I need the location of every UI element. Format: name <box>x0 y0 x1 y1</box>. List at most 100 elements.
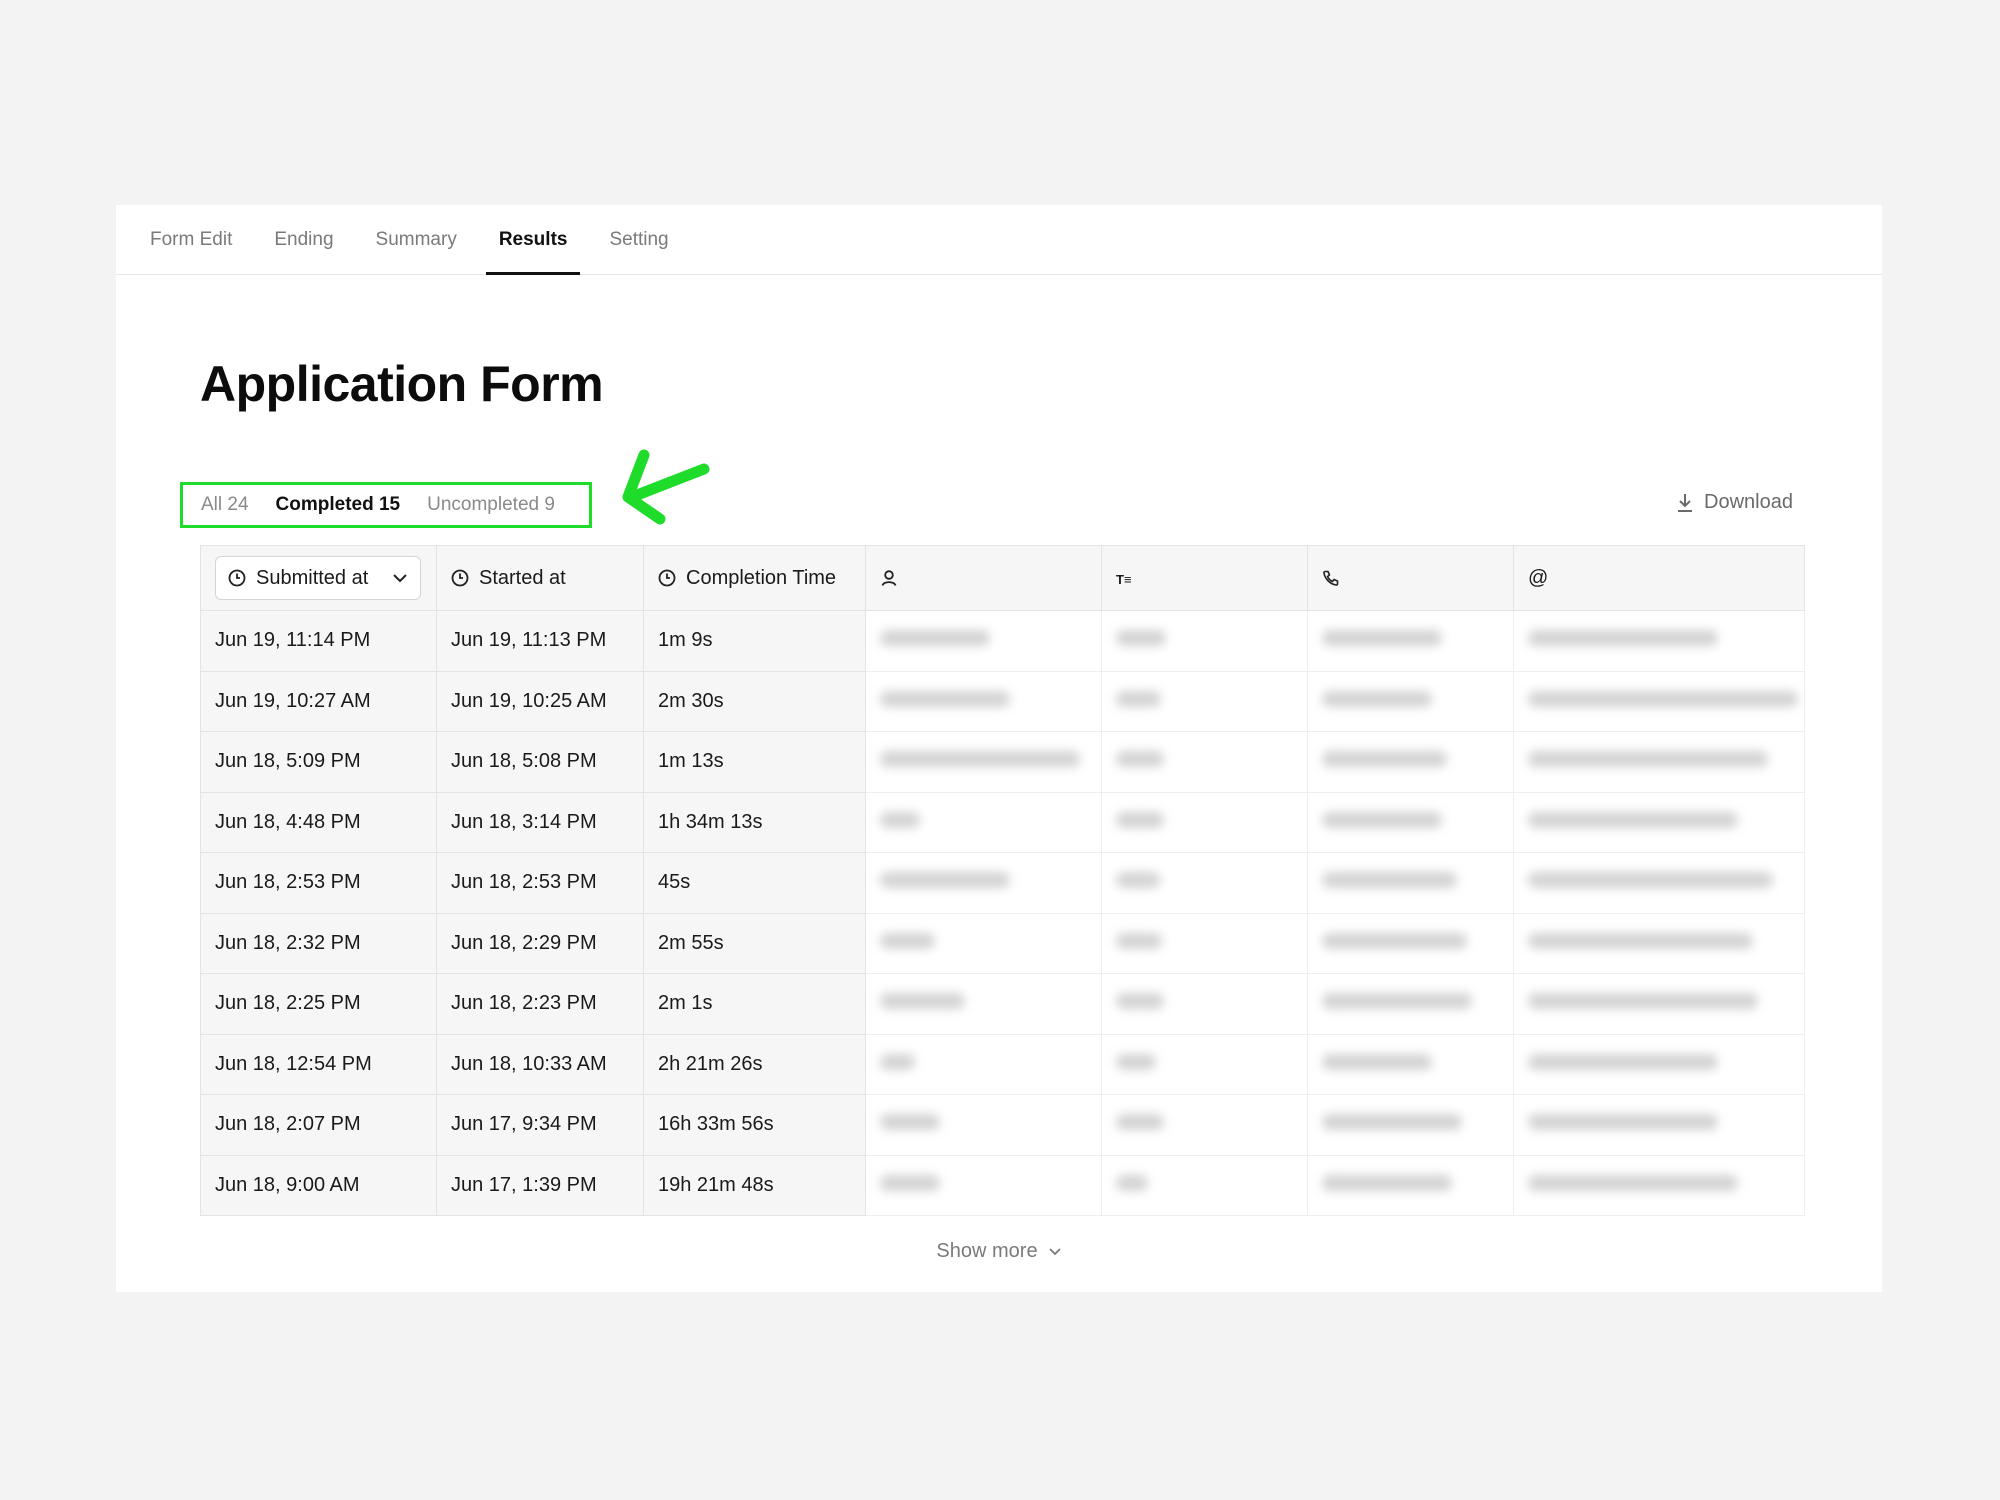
phone-cell-redacted <box>1307 912 1514 974</box>
redacted-value <box>1322 1114 1462 1131</box>
redacted-value <box>1322 690 1432 707</box>
completion-time-cell: 16h 33m 56s <box>643 1094 866 1156</box>
started-at-cell: Jun 17, 1:39 PM <box>436 1154 644 1216</box>
text-field-icon: T≡ <box>1116 571 1132 587</box>
redacted-value <box>1322 1174 1452 1191</box>
table-row[interactable]: Jun 18, 12:54 PM Jun 18, 10:33 AM 2h 21m 2… <box>200 1033 1805 1095</box>
phone-cell-redacted <box>1307 973 1514 1035</box>
phone-cell-redacted <box>1307 1094 1514 1156</box>
name-cell-redacted <box>865 1094 1102 1156</box>
name-cell-redacted <box>865 791 1102 853</box>
tab-form-edit[interactable]: Form Edit <box>150 205 232 274</box>
started-at-cell: Jun 18, 2:29 PM <box>436 912 644 974</box>
redacted-value <box>1528 1174 1738 1191</box>
show-more-button[interactable]: Show more <box>116 1240 1882 1263</box>
started-at-cell: Jun 18, 2:23 PM <box>436 973 644 1035</box>
redacted-value <box>1528 993 1758 1010</box>
text-cell-redacted <box>1101 610 1308 672</box>
redacted-value <box>1116 1114 1164 1131</box>
redacted-value <box>1322 872 1457 889</box>
results-panel: Form Edit Ending Summary Results Setting… <box>116 205 1882 1292</box>
column-submitted-at[interactable]: Submitted at <box>200 545 437 611</box>
table-row[interactable]: Jun 18, 2:53 PM Jun 18, 2:53 PM 45s <box>200 852 1805 914</box>
table-row[interactable]: Jun 18, 2:25 PM Jun 18, 2:23 PM 2m 1s <box>200 973 1805 1035</box>
redacted-value <box>880 993 965 1010</box>
column-text[interactable]: T≡ <box>1101 545 1308 611</box>
redacted-value <box>1116 690 1161 707</box>
table-row[interactable]: Jun 18, 4:48 PM Jun 18, 3:14 PM 1h 34m 13s <box>200 791 1805 853</box>
redacted-value <box>880 1174 940 1191</box>
started-at-cell: Jun 18, 2:53 PM <box>436 852 644 914</box>
submitted-at-cell: Jun 18, 2:53 PM <box>200 852 437 914</box>
download-icon <box>1676 493 1694 513</box>
table-row[interactable]: Jun 18, 9:00 AM Jun 17, 1:39 PM 19h 21m 48… <box>200 1154 1805 1216</box>
redacted-value <box>880 932 935 949</box>
redacted-value <box>1116 630 1166 647</box>
chevron-down-icon <box>1048 1247 1062 1256</box>
annotation-arrow-icon <box>622 449 710 525</box>
page-title: Application Form <box>200 356 604 412</box>
redacted-value <box>1528 872 1773 889</box>
submitted-at-label: Submitted at <box>256 566 369 589</box>
redacted-value <box>880 811 920 828</box>
filter-all[interactable]: All 24 <box>201 494 249 516</box>
started-at-cell: Jun 18, 5:08 PM <box>436 731 644 793</box>
tab-results[interactable]: Results <box>485 205 581 275</box>
completion-time-cell: 2m 30s <box>643 670 866 732</box>
tab-bar: Form Edit Ending Summary Results Setting <box>116 205 1882 275</box>
submitted-at-cell: Jun 18, 9:00 AM <box>200 1154 437 1216</box>
text-cell-redacted <box>1101 912 1308 974</box>
table-row[interactable]: Jun 19, 10:27 AM Jun 19, 10:25 AM 2m 30s <box>200 670 1805 732</box>
column-email[interactable]: @ <box>1513 545 1805 611</box>
tab-ending[interactable]: Ending <box>274 205 333 274</box>
text-cell-redacted <box>1101 670 1308 732</box>
tab-setting[interactable]: Setting <box>609 205 668 274</box>
phone-cell-redacted <box>1307 731 1514 793</box>
column-name[interactable] <box>865 545 1102 611</box>
started-at-cell: Jun 18, 10:33 AM <box>436 1033 644 1095</box>
table-row[interactable]: Jun 19, 11:14 PM Jun 19, 11:13 PM 1m 9s <box>200 610 1805 672</box>
clock-icon <box>228 569 246 587</box>
email-cell-redacted <box>1513 791 1805 853</box>
name-cell-redacted <box>865 1033 1102 1095</box>
redacted-value <box>1528 1114 1718 1131</box>
column-started-at[interactable]: Started at <box>436 545 644 611</box>
completion-time-cell: 2m 55s <box>643 912 866 974</box>
filter-completed[interactable]: Completed 15 <box>276 494 401 516</box>
name-cell-redacted <box>865 670 1102 732</box>
at-sign-icon: @ <box>1528 566 1549 589</box>
completion-time-label: Completion Time <box>686 566 837 589</box>
column-phone[interactable] <box>1307 545 1514 611</box>
column-completion-time[interactable]: Completion Time <box>643 545 866 611</box>
text-cell-redacted <box>1101 852 1308 914</box>
table-row[interactable]: Jun 18, 5:09 PM Jun 18, 5:08 PM 1m 13s <box>200 731 1805 793</box>
started-at-cell: Jun 17, 9:34 PM <box>436 1094 644 1156</box>
phone-cell-redacted <box>1307 670 1514 732</box>
redacted-value <box>880 1114 940 1131</box>
submitted-at-cell: Jun 18, 2:25 PM <box>200 973 437 1035</box>
chevron-down-icon <box>392 573 408 583</box>
email-cell-redacted <box>1513 1154 1805 1216</box>
name-cell-redacted <box>865 610 1102 672</box>
filter-uncompleted[interactable]: Uncompleted 9 <box>427 494 555 516</box>
redacted-value <box>1528 751 1768 768</box>
email-cell-redacted <box>1513 610 1805 672</box>
redacted-value <box>1528 1053 1718 1070</box>
tab-summary[interactable]: Summary <box>376 205 457 274</box>
text-cell-redacted <box>1101 1033 1308 1095</box>
completion-time-cell: 2h 21m 26s <box>643 1033 866 1095</box>
clock-icon <box>658 569 676 587</box>
redacted-value <box>880 751 1080 768</box>
redacted-value <box>1322 630 1442 647</box>
results-table: Submitted at Started at Completion Time … <box>200 545 1805 1216</box>
completion-time-cell: 19h 21m 48s <box>643 1154 866 1216</box>
submitted-at-sort-select[interactable]: Submitted at <box>215 556 422 600</box>
table-row[interactable]: Jun 18, 2:32 PM Jun 18, 2:29 PM 2m 55s <box>200 912 1805 974</box>
redacted-value <box>1116 1174 1148 1191</box>
text-cell-redacted <box>1101 1154 1308 1216</box>
name-cell-redacted <box>865 912 1102 974</box>
table-row[interactable]: Jun 18, 2:07 PM Jun 17, 9:34 PM 16h 33m 56… <box>200 1094 1805 1156</box>
redacted-value <box>1116 811 1164 828</box>
download-button[interactable]: Download <box>1676 491 1793 514</box>
redacted-value <box>1322 811 1442 828</box>
